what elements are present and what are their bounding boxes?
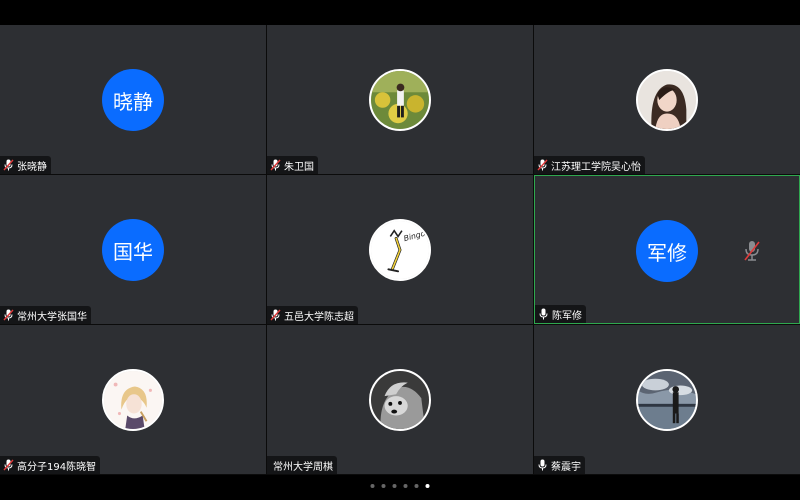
mic-muted-icon xyxy=(270,159,281,171)
participant-tile[interactable]: 蔡震宇 xyxy=(534,325,800,474)
name-tag: 张晓静 xyxy=(0,156,51,174)
mic-icon xyxy=(538,308,549,320)
dog-photo-icon xyxy=(369,369,431,431)
mic-muted-icon xyxy=(3,159,14,171)
field-photo-icon xyxy=(369,69,431,131)
participant-tile[interactable]: 朱卫国 xyxy=(267,25,533,174)
participant-tile[interactable]: 晓静 张晓静 xyxy=(0,25,266,174)
participant-name: 江苏理工学院吴心怡 xyxy=(551,161,641,173)
anime-girl-icon xyxy=(102,369,164,431)
page-dot[interactable] xyxy=(403,484,408,488)
name-tag: 高分子194陈晓智 xyxy=(0,456,101,474)
page-dot[interactable] xyxy=(370,484,375,488)
page-indicator xyxy=(370,484,430,488)
participant-name: 陈军修 xyxy=(552,310,582,322)
mic-muted-icon xyxy=(3,309,14,321)
bingo-doodle-icon: Bingo xyxy=(369,219,431,281)
name-tag: 五邑大学陈志超 xyxy=(267,306,358,324)
participant-tile[interactable]: Bingo 五邑大学陈志超 xyxy=(267,175,533,324)
page-dot[interactable] xyxy=(414,484,419,488)
name-tag: 蔡震宇 xyxy=(534,456,585,474)
participant-tile[interactable]: 常州大学周棋 xyxy=(267,325,533,474)
page-dot[interactable] xyxy=(392,484,397,488)
participant-name: 高分子194陈晓智 xyxy=(17,461,97,473)
lake-photo-icon xyxy=(636,369,698,431)
participant-tile-active[interactable]: 军修 陈军修 xyxy=(534,175,800,324)
name-tag: 江苏理工学院吴心怡 xyxy=(534,156,645,174)
name-tag: 朱卫国 xyxy=(267,156,318,174)
page-dot[interactable] xyxy=(381,484,386,488)
name-tag: 常州大学张国华 xyxy=(0,306,91,324)
participant-name: 五邑大学陈志超 xyxy=(284,311,354,323)
participant-name: 朱卫国 xyxy=(284,161,314,173)
participant-grid: 晓静 张晓静 朱卫国 江苏理工学院吴心怡 国华 常州大学张国华 Bingo 五邑… xyxy=(0,25,800,475)
name-tag: 陈军修 xyxy=(535,305,586,323)
avatar: 国华 xyxy=(102,219,164,281)
meeting-gallery-screen: 晓静 张晓静 朱卫国 江苏理工学院吴心怡 国华 常州大学张国华 Bingo 五邑… xyxy=(0,0,800,500)
mic-muted-icon xyxy=(743,240,761,262)
participant-name: 蔡震宇 xyxy=(551,461,581,473)
mic-muted-icon xyxy=(3,459,14,471)
participant-tile[interactable]: 国华 常州大学张国华 xyxy=(0,175,266,324)
bottom-bar xyxy=(0,475,800,500)
participant-name: 常州大学张国华 xyxy=(17,311,87,323)
participant-tile[interactable]: 高分子194陈晓智 xyxy=(0,325,266,474)
participant-name: 张晓静 xyxy=(17,161,47,173)
avatar: 军修 xyxy=(636,220,698,282)
participant-name: 常州大学周棋 xyxy=(273,461,333,473)
top-bar xyxy=(0,0,800,25)
portrait-photo-icon xyxy=(636,69,698,131)
page-dot-active[interactable] xyxy=(425,484,430,488)
mic-muted-icon xyxy=(537,159,548,171)
mic-muted-icon xyxy=(270,309,281,321)
name-tag: 常州大学周棋 xyxy=(267,456,337,474)
avatar: 晓静 xyxy=(102,69,164,131)
mic-icon xyxy=(537,459,548,471)
participant-tile[interactable]: 江苏理工学院吴心怡 xyxy=(534,25,800,174)
